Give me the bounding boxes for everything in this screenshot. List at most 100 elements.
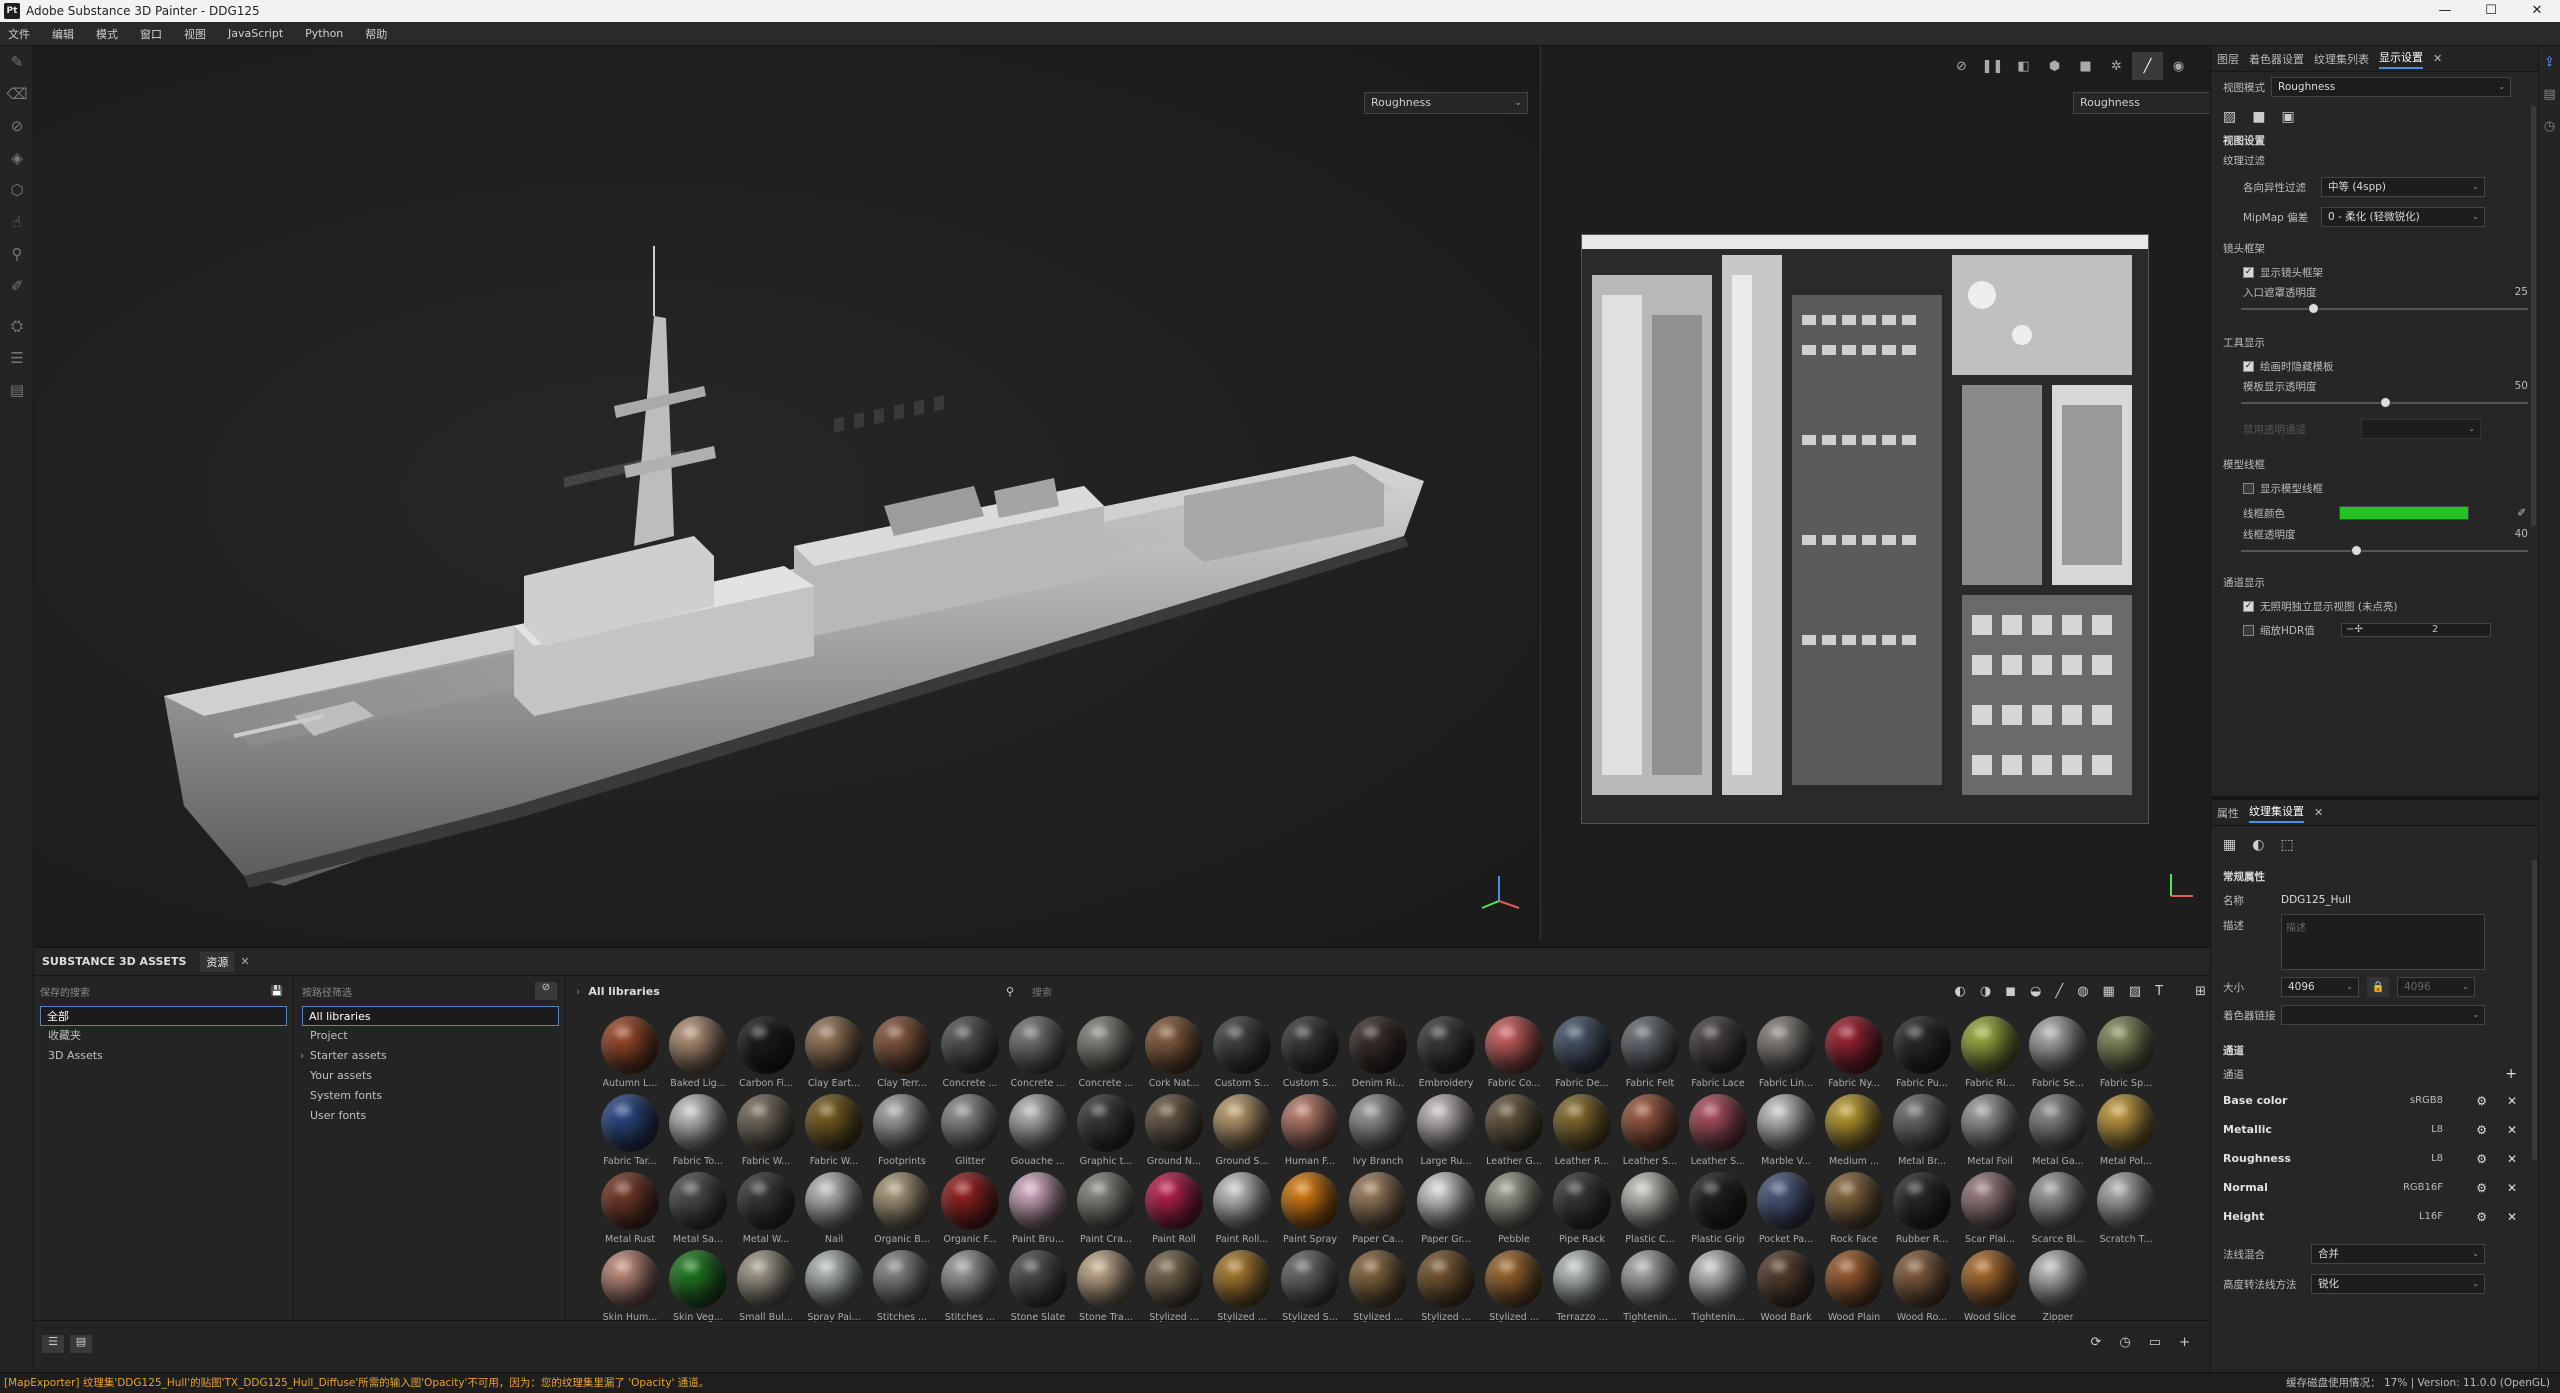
tab-display-settings[interactable]: 显示设置 [2379, 49, 2423, 69]
add-channel-button[interactable]: + [2505, 1066, 2517, 1082]
remove-channel-icon[interactable]: ✕ [2507, 1210, 2517, 1224]
properties-icon[interactable]: ▤ [2539, 78, 2560, 110]
material-thumbnail[interactable]: Scar Plai... [1956, 1172, 2024, 1250]
view-mode-dropdown[interactable]: Roughness ⌄ [2271, 77, 2511, 97]
normal-mix-dropdown[interactable]: 合并 ⌄ [2311, 1244, 2485, 1264]
entry-opacity-slider[interactable] [2211, 300, 2538, 320]
material-thumbnail[interactable]: Tightenin... [1684, 1250, 1752, 1328]
material-thumbnail[interactable]: Organic B... [868, 1172, 936, 1250]
material-thumbnail[interactable]: Wood Slice [1956, 1250, 2024, 1328]
entry-opacity-knob[interactable] [2307, 303, 2319, 314]
breadcrumb[interactable]: All libraries [588, 985, 659, 998]
menu-help[interactable]: 帮助 [365, 26, 387, 42]
material-thumbnail[interactable]: Leather S... [1616, 1094, 1684, 1172]
material-thumbnail[interactable]: Fabric Tar... [596, 1094, 664, 1172]
material-thumbnail[interactable]: Pebble [1480, 1172, 1548, 1250]
library-project[interactable]: Project [296, 1026, 565, 1046]
material-settings-icon[interactable]: ◐ [2252, 837, 2264, 853]
viewer-settings-icon[interactable]: ▣ [2281, 109, 2294, 125]
channel-format[interactable]: sRGB8 [2410, 1095, 2443, 1106]
hdr-value-field[interactable]: −✢ 2 [2341, 623, 2491, 637]
material-thumbnail[interactable]: Fabric Co... [1480, 1016, 1548, 1094]
channel-row[interactable]: Roughness L8 ⚙ ✕ [2211, 1144, 2539, 1173]
show-camera-frame-checkbox[interactable]: ✓ [2243, 266, 2254, 278]
material-thumbnail[interactable]: Terrazzo ... [1548, 1250, 1616, 1328]
show-wireframe-checkbox[interactable] [2243, 482, 2254, 494]
material-thumbnail[interactable]: Metal Sa... [664, 1172, 732, 1250]
template-opacity-knob[interactable] [2379, 397, 2391, 408]
menu-file[interactable]: 文件 [8, 26, 30, 42]
material-thumbnail[interactable]: Stylized ... [1412, 1250, 1480, 1328]
library-user-fonts[interactable]: User fonts [296, 1106, 565, 1126]
eyedropper-icon[interactable]: ✐ [2517, 507, 2526, 519]
menu-mode[interactable]: 模式 [96, 26, 118, 42]
channel-settings-icon[interactable]: ⚙ [2476, 1094, 2487, 1108]
material-thumbnail[interactable]: Clay Eart... [800, 1016, 868, 1094]
material-thumbnail[interactable]: Rubber R... [1888, 1172, 1956, 1250]
shader-link-dropdown[interactable]: ⌄ [2281, 1005, 2485, 1025]
material-thumbnail[interactable]: Carbon Fi... [732, 1016, 800, 1094]
split-view-icon[interactable]: ◧ [2008, 52, 2039, 80]
material-thumbnail[interactable]: Tightenin... [1616, 1250, 1684, 1328]
bake-icon[interactable]: ⛭ [0, 310, 34, 342]
filter-particles-icon[interactable]: ◍ [2077, 984, 2088, 999]
filter-toggle-icon[interactable]: ⊘ [535, 982, 557, 1000]
library-starter[interactable]: › Starter assets [296, 1046, 565, 1066]
tab-properties[interactable]: 属性 [2217, 805, 2239, 821]
material-thumbnail[interactable]: Pipe Rack [1548, 1172, 1616, 1250]
material-thumbnail[interactable]: Graphic t... [1072, 1094, 1140, 1172]
filter-smart-materials-icon[interactable]: ◑ [1980, 984, 1991, 999]
environment-icon[interactable]: ▨ [2223, 109, 2236, 125]
material-thumbnail[interactable]: Wood Bark [1752, 1250, 1820, 1328]
viewport-2d[interactable]: Roughness⌄ [1540, 46, 2237, 941]
polygon-fill-icon[interactable]: ⬡ [0, 174, 34, 206]
channel-row[interactable]: Normal RGB16F ⚙ ✕ [2211, 1173, 2539, 1202]
filter-materials-icon[interactable]: ◐ [1955, 984, 1966, 999]
close-window-button[interactable]: ✕ [2514, 0, 2560, 22]
material-thumbnail[interactable]: Fabric W... [800, 1094, 868, 1172]
uv-settings-icon[interactable]: ▦ [2223, 837, 2236, 853]
library-all[interactable]: All libraries [302, 1006, 559, 1026]
viewport-3d[interactable]: Roughness ⌄ [34, 46, 1539, 941]
template-opacity-slider[interactable] [2211, 394, 2538, 414]
material-thumbnail[interactable]: Cork Nat... [1140, 1016, 1208, 1094]
material-thumbnail[interactable]: Metal Pol... [2092, 1094, 2160, 1172]
geometry-mask-icon[interactable]: ◈ [0, 142, 34, 174]
material-thumbnail[interactable]: Concrete ... [1004, 1016, 1072, 1094]
saved-search-favorites[interactable]: 收藏夹 [34, 1026, 293, 1046]
wire-color-swatch[interactable] [2339, 506, 2469, 520]
menu-edit[interactable]: 编辑 [52, 26, 74, 42]
material-thumbnail[interactable]: Stitches ... [936, 1250, 1004, 1328]
channel-settings-icon[interactable]: ⚙ [2476, 1181, 2487, 1195]
material-thumbnail[interactable]: Stitches ... [868, 1250, 936, 1328]
material-thumbnail[interactable]: Fabric Ri... [1956, 1016, 2024, 1094]
mesh-settings-icon[interactable]: ⬚ [2280, 837, 2293, 853]
color-picker-icon[interactable]: ✐ [0, 270, 34, 302]
close-panel-icon[interactable]: ✕ [2433, 52, 2442, 65]
material-thumbnail[interactable]: Concrete ... [936, 1016, 1004, 1094]
material-thumbnail[interactable]: Footprints [868, 1094, 936, 1172]
channel-row[interactable]: Base color sRGB8 ⚙ ✕ [2211, 1086, 2539, 1115]
camera-settings-icon[interactable]: ■ [2252, 109, 2265, 125]
texture-set-scrollbar[interactable] [2532, 860, 2537, 1160]
size-dropdown[interactable]: 4096 ⌄ [2281, 977, 2359, 997]
material-thumbnail[interactable]: Scarce Bl... [2024, 1172, 2092, 1250]
material-thumbnail[interactable]: Wood Plain [1820, 1250, 1888, 1328]
remove-channel-icon[interactable]: ✕ [2507, 1123, 2517, 1137]
library-system-fonts[interactable]: System fonts [296, 1086, 565, 1106]
history-icon[interactable]: ◷ [2119, 1335, 2130, 1350]
hide-icon[interactable]: ⊘ [1946, 52, 1977, 80]
material-thumbnail[interactable]: Organic F... [936, 1172, 1004, 1250]
material-thumbnail[interactable]: Ground S... [1208, 1094, 1276, 1172]
no-light-row[interactable]: ✓ 无照明独立显示视图 (未点亮) [2211, 594, 2538, 618]
material-thumbnail[interactable]: Fabric W... [732, 1094, 800, 1172]
saved-search-all[interactable]: 全部 [40, 1006, 287, 1026]
material-thumbnail[interactable]: Custom S... [1276, 1016, 1344, 1094]
material-thumbnail[interactable]: Rock Face [1820, 1172, 1888, 1250]
close-texture-set-tab-icon[interactable]: ✕ [2314, 806, 2323, 819]
maximize-button[interactable]: ☐ [2468, 0, 2514, 22]
material-thumbnail[interactable]: Leather R... [1548, 1094, 1616, 1172]
material-thumbnail[interactable]: Fabric Felt [1616, 1016, 1684, 1094]
screenshot-icon[interactable]: ◉ [2163, 52, 2194, 80]
hdr-checkbox[interactable] [2243, 624, 2254, 636]
